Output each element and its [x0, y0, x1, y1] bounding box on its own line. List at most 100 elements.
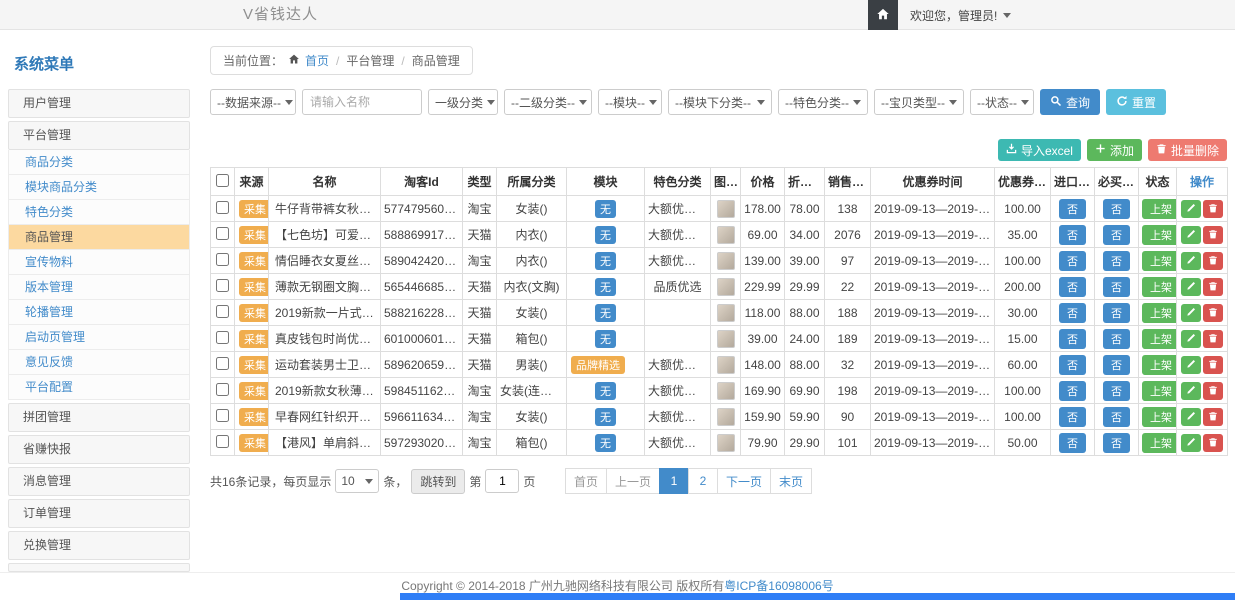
status-button[interactable]: 上架	[1142, 225, 1177, 245]
delete-button[interactable]	[1203, 200, 1223, 218]
delete-button[interactable]	[1203, 382, 1223, 400]
must-buy-toggle[interactable]: 否	[1103, 355, 1130, 375]
jump-button[interactable]: 跳转到	[411, 469, 465, 494]
horizontal-scrollbar[interactable]	[400, 593, 1235, 600]
sidebar-item[interactable]: 省赚快报	[8, 435, 190, 464]
page-button[interactable]: 上一页	[606, 468, 660, 494]
row-checkbox[interactable]	[216, 305, 229, 318]
item-type-select[interactable]: --宝贝类型--	[874, 89, 964, 115]
row-checkbox[interactable]	[216, 383, 229, 396]
sidebar-item[interactable]: 兑换管理	[8, 531, 190, 560]
level1-category-select[interactable]: 一级分类	[428, 89, 498, 115]
must-buy-toggle[interactable]: 否	[1103, 433, 1130, 453]
status-button[interactable]: 上架	[1142, 433, 1177, 453]
sidebar-item[interactable]: 商品管理	[8, 225, 190, 250]
status-select[interactable]: --状态--	[970, 89, 1034, 115]
select-all-checkbox[interactable]	[216, 174, 229, 187]
import-optimal-toggle[interactable]: 否	[1059, 225, 1086, 245]
must-buy-toggle[interactable]: 否	[1103, 329, 1130, 349]
delete-button[interactable]	[1203, 408, 1223, 426]
import-optimal-toggle[interactable]: 否	[1059, 251, 1086, 271]
batch-delete-button[interactable]: 批量删除	[1148, 139, 1227, 161]
edit-button[interactable]	[1181, 278, 1201, 296]
status-button[interactable]: 上架	[1142, 329, 1177, 349]
status-button[interactable]: 上架	[1142, 381, 1177, 401]
row-checkbox[interactable]	[216, 279, 229, 292]
import-optimal-toggle[interactable]: 否	[1059, 381, 1086, 401]
sidebar-item[interactable]: 平台管理	[8, 121, 190, 150]
sidebar-item[interactable]: 启动页管理	[8, 325, 190, 350]
import-optimal-toggle[interactable]: 否	[1059, 355, 1086, 375]
search-button[interactable]: 查询	[1040, 89, 1100, 115]
status-button[interactable]: 上架	[1142, 407, 1177, 427]
import-optimal-toggle[interactable]: 否	[1059, 407, 1086, 427]
icp-link[interactable]: 粤ICP备16098006号	[724, 579, 833, 593]
must-buy-toggle[interactable]: 否	[1103, 251, 1130, 271]
sidebar-item[interactable]: 宣传物料	[8, 250, 190, 275]
delete-button[interactable]	[1203, 278, 1223, 296]
delete-button[interactable]	[1203, 356, 1223, 374]
name-search-input[interactable]	[302, 89, 422, 115]
sidebar-item[interactable]: 商品分类	[8, 150, 190, 175]
level2-category-select[interactable]: --二级分类--	[504, 89, 592, 115]
sidebar-item[interactable]: 轮播管理	[8, 300, 190, 325]
must-buy-toggle[interactable]: 否	[1103, 381, 1130, 401]
add-button[interactable]: 添加	[1087, 139, 1142, 161]
module-select[interactable]: --模块--	[598, 89, 662, 115]
must-buy-toggle[interactable]: 否	[1103, 407, 1130, 427]
delete-button[interactable]	[1203, 304, 1223, 322]
user-menu[interactable]: 欢迎您，管理员!	[910, 7, 1011, 24]
sidebar-item[interactable]: 平台配置	[8, 375, 190, 400]
status-button[interactable]: 上架	[1142, 277, 1177, 297]
page-button[interactable]: 首页	[565, 468, 607, 494]
sidebar-item[interactable]: 特色分类	[8, 200, 190, 225]
edit-button[interactable]	[1181, 252, 1201, 270]
sidebar-item[interactable]: 模块商品分类	[8, 175, 190, 200]
row-checkbox[interactable]	[216, 409, 229, 422]
page-button[interactable]: 2	[688, 468, 718, 494]
status-button[interactable]: 上架	[1142, 355, 1177, 375]
import-optimal-toggle[interactable]: 否	[1059, 199, 1086, 219]
module-subcategory-select[interactable]: --模块下分类--	[668, 89, 772, 115]
data-source-select[interactable]: --数据来源--	[210, 89, 296, 115]
sidebar-item[interactable]: 拼团管理	[8, 403, 190, 432]
sidebar-item-clipped[interactable]	[8, 563, 190, 572]
row-checkbox[interactable]	[216, 227, 229, 240]
import-optimal-toggle[interactable]: 否	[1059, 303, 1086, 323]
sidebar-item[interactable]: 用户管理	[8, 89, 190, 118]
status-button[interactable]: 上架	[1142, 303, 1177, 323]
must-buy-toggle[interactable]: 否	[1103, 303, 1130, 323]
row-checkbox[interactable]	[216, 253, 229, 266]
home-button[interactable]	[868, 0, 898, 30]
edit-button[interactable]	[1181, 226, 1201, 244]
page-button[interactable]: 下一页	[717, 468, 771, 494]
import-optimal-toggle[interactable]: 否	[1059, 433, 1086, 453]
edit-button[interactable]	[1181, 408, 1201, 426]
breadcrumb-home-link[interactable]: 首页	[305, 52, 329, 69]
sidebar-item[interactable]: 意见反馈	[8, 350, 190, 375]
page-size-select[interactable]: 10	[335, 469, 379, 493]
delete-button[interactable]	[1203, 330, 1223, 348]
import-optimal-toggle[interactable]: 否	[1059, 329, 1086, 349]
delete-button[interactable]	[1203, 434, 1223, 452]
must-buy-toggle[interactable]: 否	[1103, 277, 1130, 297]
must-buy-toggle[interactable]: 否	[1103, 199, 1130, 219]
edit-button[interactable]	[1181, 304, 1201, 322]
edit-button[interactable]	[1181, 382, 1201, 400]
page-number-input[interactable]	[485, 469, 519, 493]
sidebar-item[interactable]: 版本管理	[8, 275, 190, 300]
row-checkbox[interactable]	[216, 331, 229, 344]
delete-button[interactable]	[1203, 226, 1223, 244]
row-checkbox[interactable]	[216, 201, 229, 214]
page-button[interactable]: 末页	[770, 468, 812, 494]
edit-button[interactable]	[1181, 200, 1201, 218]
import-excel-button[interactable]: 导入excel	[998, 139, 1081, 161]
must-buy-toggle[interactable]: 否	[1103, 225, 1130, 245]
import-optimal-toggle[interactable]: 否	[1059, 277, 1086, 297]
delete-button[interactable]	[1203, 252, 1223, 270]
reset-button[interactable]: 重置	[1106, 89, 1166, 115]
edit-button[interactable]	[1181, 356, 1201, 374]
status-button[interactable]: 上架	[1142, 199, 1177, 219]
row-checkbox[interactable]	[216, 357, 229, 370]
status-button[interactable]: 上架	[1142, 251, 1177, 271]
